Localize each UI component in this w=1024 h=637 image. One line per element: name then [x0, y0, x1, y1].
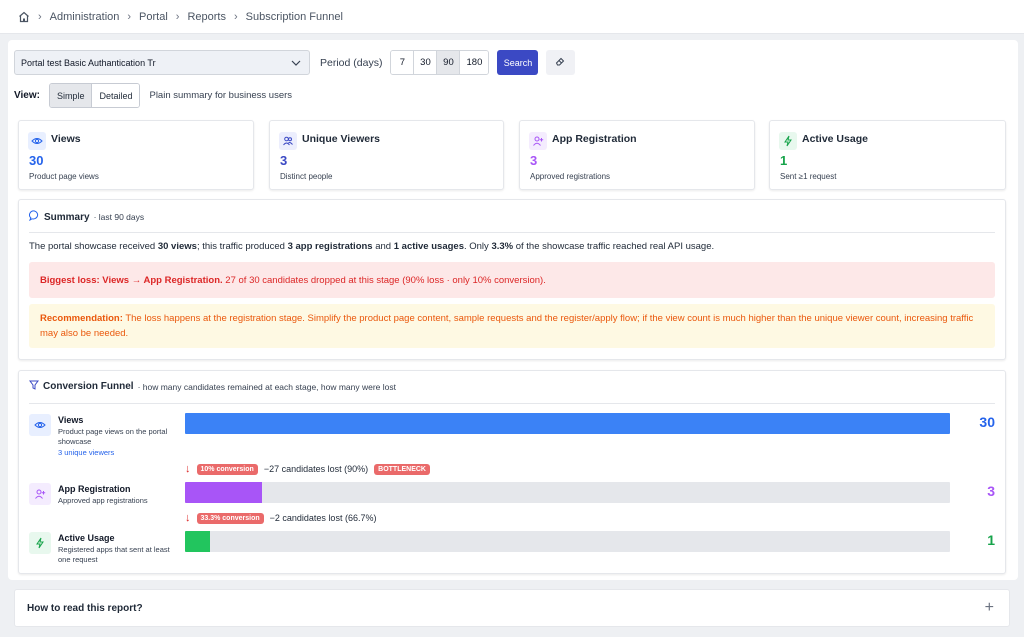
summary-title: Summary [44, 211, 90, 223]
card-subtitle: Approved registrations [530, 172, 611, 181]
stage-drop-row: ↓ 33.3% conversion −2 candidates lost (6… [185, 512, 376, 524]
summary-period: · last 90 days [93, 212, 145, 222]
card-title: Unique Viewers [302, 133, 381, 145]
stage-name: Active Usage [58, 533, 115, 543]
eye-icon [29, 414, 51, 436]
summary-panel: Summary · last 90 days The portal showca… [18, 199, 1006, 360]
user-plus-icon [29, 483, 51, 505]
breadcrumb-item-reports[interactable]: Reports [187, 11, 226, 23]
view-description: Plain summary for business users [149, 90, 293, 101]
stage-count: 1 [987, 532, 995, 548]
stat-card-app-registration: App Registration 3 Approved registration… [519, 120, 755, 190]
stat-card-unique-viewers: Unique Viewers 3 Distinct people [269, 120, 504, 190]
stage-description: Product page views on the portal showcas… [58, 427, 168, 446]
unique-viewers-link[interactable]: 3 unique viewers [58, 448, 114, 457]
stage-bar-fill [185, 413, 950, 434]
filter-icon [29, 380, 39, 393]
card-value: 1 [780, 153, 788, 168]
eraser-icon [555, 56, 566, 70]
funnel-header: Conversion Funnel · how many candidates … [29, 380, 396, 393]
how-to-read-accordion[interactable]: How to read this report? + [14, 589, 1010, 627]
card-value: 30 [29, 153, 44, 168]
card-value: 3 [280, 153, 288, 168]
period-7-button[interactable]: 7 [391, 51, 415, 74]
stat-card-active-usage: Active Usage 1 Sent ≥1 request [769, 120, 1006, 190]
user-plus-icon [529, 132, 547, 150]
summary-text: The portal showcase received 30 views; t… [29, 241, 715, 252]
view-toggle: Simple Detailed [48, 83, 141, 108]
chevron-down-icon [291, 58, 301, 68]
search-button[interactable]: Search [497, 50, 539, 75]
recommendation-alert: Recommendation: The loss happens at the … [29, 304, 995, 348]
chat-bubble-icon [29, 210, 40, 224]
period-label: Period (days) [320, 56, 383, 69]
stage-bar-fill [185, 531, 211, 552]
bolt-icon [779, 132, 797, 150]
stage-count: 3 [987, 483, 995, 499]
arrow-down-icon: ↓ [185, 463, 191, 475]
card-title: Active Usage [802, 133, 868, 145]
portal-select-value: Portal test Basic Authantication Tr [21, 57, 156, 68]
breadcrumb: › Administration › Portal › Reports › Su… [0, 0, 1024, 34]
summary-header: Summary · last 90 days [29, 210, 144, 224]
breadcrumb-item-current: Subscription Funnel [245, 10, 343, 23]
biggest-loss-alert: Biggest loss: Views → App Registration. … [29, 262, 995, 298]
stage-bar-track [185, 482, 950, 503]
portal-select[interactable]: Portal test Basic Authantication Tr [14, 50, 310, 75]
stage-bar-track [185, 531, 950, 552]
conversion-badge: 33.3% conversion [196, 512, 264, 524]
stage-bar-track [185, 413, 950, 434]
chevron-right-icon: › [127, 10, 132, 23]
period-selector: 7 30 90 180 [390, 50, 490, 75]
view-simple-button[interactable]: Simple [49, 84, 93, 107]
stage-description: Registered apps that sent at least one r… [58, 545, 170, 564]
card-value: 3 [530, 153, 538, 168]
divider [29, 403, 995, 404]
stage-count: 30 [979, 414, 995, 430]
plus-icon[interactable]: + [985, 599, 994, 617]
card-subtitle: Distinct people [280, 172, 333, 181]
bottleneck-badge: BOTTLENECK [374, 463, 430, 475]
bolt-icon [29, 532, 51, 554]
funnel-subtitle: · how many candidates remained at each s… [137, 381, 397, 392]
filter-bar: Portal test Basic Authantication Tr Peri… [14, 50, 576, 75]
candidates-lost-text: −2 candidates lost (66.7%) [269, 513, 377, 523]
clear-filters-button[interactable] [546, 50, 576, 75]
card-title: App Registration [552, 133, 637, 145]
how-to-read-label: How to read this report? [27, 602, 143, 614]
eye-icon [28, 132, 46, 150]
view-row: View: Simple Detailed Plain summary for … [14, 83, 292, 108]
stage-drop-row: ↓ 10% conversion −27 candidates lost (90… [185, 463, 430, 475]
period-30-button[interactable]: 30 [414, 51, 438, 74]
view-detailed-button[interactable]: Detailed [92, 84, 140, 107]
divider [29, 232, 995, 233]
conversion-funnel-panel: Conversion Funnel · how many candidates … [18, 370, 1006, 574]
funnel-title: Conversion Funnel [43, 381, 134, 392]
arrow-down-icon: ↓ [185, 512, 191, 524]
card-subtitle: Sent ≥1 request [780, 172, 837, 181]
period-180-button[interactable]: 180 [460, 51, 489, 74]
chevron-right-icon: › [38, 10, 42, 23]
card-subtitle: Product page views [29, 172, 99, 181]
breadcrumb-item-portal[interactable]: Portal [139, 11, 168, 23]
candidates-lost-text: −27 candidates lost (90%) [263, 464, 369, 474]
home-icon[interactable] [18, 11, 30, 23]
period-90-button[interactable]: 90 [437, 51, 461, 74]
users-icon [279, 132, 297, 150]
stage-name: Views [58, 415, 84, 425]
chevron-right-icon: › [175, 10, 180, 23]
card-title: Views [51, 133, 81, 145]
chevron-right-icon: › [234, 10, 238, 23]
stat-card-views: Views 30 Product page views [18, 120, 254, 190]
stage-name: App Registration [58, 484, 131, 494]
conversion-badge: 10% conversion [196, 463, 258, 475]
stage-bar-fill [185, 482, 262, 503]
stage-description: Approved app registrations [58, 496, 148, 505]
breadcrumb-item-administration[interactable]: Administration [50, 11, 120, 23]
view-label: View: [14, 90, 40, 101]
